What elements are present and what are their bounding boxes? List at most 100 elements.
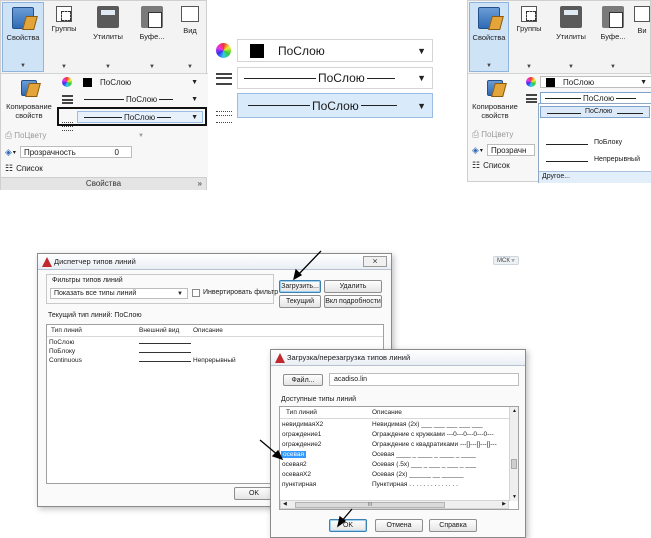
list-item-selected[interactable]: осевая Осевая ____ _ ____ _ ____ _ ____: [280, 451, 518, 460]
chevron-down-icon: ▼: [610, 64, 616, 70]
list-button[interactable]: ☷ Список: [5, 163, 43, 174]
transparency-row: ◈ ▾ Прозрачн: [472, 144, 535, 156]
scroll-up-icon[interactable]: ▲: [512, 408, 517, 414]
dropdown-item-bylayer[interactable]: ПоСлою: [540, 106, 650, 118]
delete-button[interactable]: Удалить: [324, 280, 382, 293]
filter-dropdown[interactable]: Показать все типы линий ▼: [50, 288, 188, 299]
linetype-icon: [526, 94, 537, 103]
transparency-field[interactable]: Прозрачн: [486, 144, 535, 156]
plotstyle-icon: ⎙: [5, 130, 13, 140]
list-item[interactable]: невидимаяX2 Невидимая (2x) ___ ___ ___ _…: [280, 421, 518, 430]
groups-button[interactable]: Группы ▼: [511, 2, 547, 72]
load-linetypes-dialog: Загрузка/перезагрузка типов линий Файл..…: [270, 349, 526, 538]
clipboard-icon: [141, 6, 163, 28]
lineweight-dropdown[interactable]: ПоСлою ▼: [77, 111, 203, 123]
scroll-thumb[interactable]: [511, 459, 517, 469]
ribbon-panel-left: Свойства ▼ Группы ▼ Утилиты ▼ Буфе... ▼ …: [0, 0, 208, 190]
scroll-thumb[interactable]: III: [295, 502, 445, 508]
list-header: Тип линий Описание: [280, 407, 518, 419]
chevron-down-icon: ▼: [417, 73, 426, 83]
list-item[interactable]: осеваяX2 Осевая (2x) ______ __ ______: [280, 471, 518, 480]
chevron-down-icon: ▼: [191, 79, 198, 86]
view-icon: [181, 6, 199, 22]
file-path-field[interactable]: acadiso.lin: [329, 373, 519, 386]
view-icon: [634, 6, 650, 22]
list-item[interactable]: осевая2 Осевая (.5x) ___ _ ___ _ ___ _ _…: [280, 461, 518, 470]
calculator-icon: [560, 6, 582, 28]
vertical-scrollbar[interactable]: ▲ ▼: [509, 407, 518, 501]
autocad-app-icon: [42, 257, 52, 267]
color-wheel-icon: [526, 77, 536, 87]
horizontal-scrollbar[interactable]: ◀ III ▶: [280, 500, 509, 509]
list-header: Тип линий Внешний вид Описание: [47, 325, 383, 337]
utilities-button[interactable]: Утилиты ▼: [549, 2, 593, 72]
lineweight-icon: [216, 111, 232, 123]
chevron-down-icon: ▼: [417, 100, 426, 111]
ok-button[interactable]: OK: [234, 487, 274, 500]
dropdown-item-byblock[interactable]: ПоБлоку: [540, 138, 650, 150]
view-button[interactable]: Ви: [633, 2, 651, 72]
properties-button[interactable]: Свойства ▼: [2, 2, 44, 72]
clipboard-button[interactable]: Буфе... ▼: [595, 2, 631, 72]
lineweight-dropdown-zoom[interactable]: ПоСлою ▼: [237, 93, 433, 118]
chevron-down-icon: ▼: [191, 113, 198, 121]
load-button[interactable]: Загрузить...: [279, 280, 321, 293]
properties-icon: [478, 7, 500, 29]
chevron-down-icon: ▼: [105, 64, 111, 70]
list-button[interactable]: ☷ Список: [472, 160, 510, 171]
chevron-down-icon: ▼: [640, 78, 647, 86]
chevron-down-icon: ▼: [486, 63, 492, 69]
list-item[interactable]: ограждение1 Ограждение с кружками ---0--…: [280, 431, 518, 440]
transparency-field[interactable]: Прозрачность 0: [19, 146, 132, 158]
dropdown-item-other[interactable]: Другое...: [539, 171, 651, 183]
chevron-down-icon: ▾: [479, 147, 483, 154]
ok-button[interactable]: OK: [329, 519, 367, 532]
linetype-dropdown-list: ПоСлою ПоБлоку Непрерывный Другое...: [538, 103, 651, 183]
transparency-icon: ◈: [5, 146, 12, 157]
file-button[interactable]: Файл...: [283, 374, 323, 386]
cancel-button[interactable]: Отмена: [375, 519, 423, 532]
groups-button[interactable]: Группы ▼: [46, 2, 82, 72]
color-wheel-icon: [216, 43, 231, 58]
table-row[interactable]: ПоСлою: [47, 339, 383, 348]
properties-button[interactable]: Свойства ▼: [469, 2, 509, 72]
linetype-dropdown-zoom[interactable]: ПоСлою ▼: [237, 67, 433, 89]
plotstyle-row[interactable]: ⎙ ПоЦвету ▼: [5, 130, 145, 141]
clipboard-button[interactable]: Буфе... ▼: [133, 2, 171, 72]
view-button[interactable]: Вид ▼: [173, 2, 207, 72]
available-linetypes-list[interactable]: Тип линий Описание невидимаяX2 Невидимая…: [279, 406, 519, 510]
scroll-down-icon[interactable]: ▼: [512, 494, 517, 500]
chevron-down-icon: ▼: [20, 63, 26, 69]
color-dropdown[interactable]: ПоСлою ▼: [77, 76, 203, 89]
current-linetype-label: Текущий тип линий: ПоСлою: [48, 312, 142, 319]
transparency-icon: ◈: [472, 144, 479, 155]
linetype-icon: [62, 95, 73, 104]
scroll-left-icon[interactable]: ◀: [283, 501, 287, 507]
properties-panel-footer[interactable]: Свойства »: [1, 177, 206, 190]
panel-expand-icon: »: [197, 179, 202, 188]
transparency-row: ◈ ▾ Прозрачность 0: [5, 146, 155, 158]
list-item[interactable]: пунктирная Пунктирная . . . . . . . . . …: [280, 481, 518, 490]
chevron-down-icon: ▼: [191, 96, 198, 103]
linetype-dropdown[interactable]: ПоСлою ▼: [77, 93, 203, 106]
utilities-button[interactable]: Утилиты ▼: [85, 2, 131, 72]
set-current-button[interactable]: Текущий: [279, 295, 321, 308]
plotstyle-icon: ⎙: [472, 129, 480, 139]
show-details-button[interactable]: Вкл подробности: [324, 295, 382, 308]
chevron-down-icon: ▼: [149, 64, 155, 70]
color-dropdown-zoom[interactable]: ПоСлою ▼: [237, 39, 433, 62]
invert-filter-checkbox[interactable]: [192, 289, 200, 297]
plotstyle-row[interactable]: ⎙ ПоЦвету: [472, 129, 513, 140]
list-item[interactable]: ограждение2 Ограждение с квадратиками --…: [280, 441, 518, 450]
help-button[interactable]: Справка: [429, 519, 477, 532]
color-dropdown[interactable]: ПоСлою ▼: [540, 76, 651, 88]
color-swatch: [250, 43, 264, 58]
scroll-right-icon[interactable]: ▶: [502, 501, 506, 507]
close-button[interactable]: ⨯: [363, 256, 387, 267]
ucs-label[interactable]: МСК ▿: [493, 256, 519, 265]
chevron-down-icon: ▼: [568, 64, 574, 70]
match-properties-button[interactable]: Копирование свойств: [470, 76, 520, 124]
match-properties-button[interactable]: Копирование свойств: [3, 76, 55, 126]
dropdown-item-continuous[interactable]: Непрерывный: [540, 155, 650, 167]
groups-icon: [56, 6, 72, 22]
